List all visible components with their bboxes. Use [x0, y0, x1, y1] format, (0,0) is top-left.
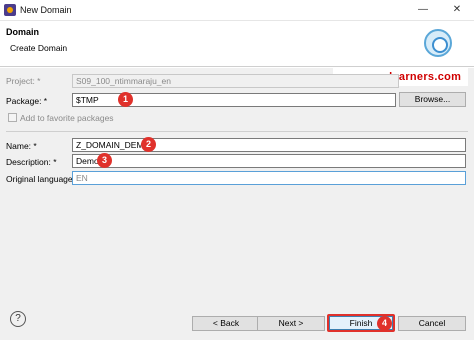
next-button[interactable]: Next >: [257, 316, 325, 331]
step-badge-4: 4: [377, 316, 392, 331]
wizard-title: Domain: [6, 27, 40, 37]
step-badge-2: 2: [141, 137, 156, 152]
cancel-button[interactable]: Cancel: [398, 316, 466, 331]
browse-button[interactable]: Browse...: [399, 92, 466, 107]
description-input[interactable]: Demo: [72, 154, 466, 168]
favorites-label: Add to favorite packages: [20, 113, 114, 123]
minimize-button[interactable]: —: [406, 0, 440, 20]
original-language-input[interactable]: EN: [72, 171, 466, 185]
help-icon[interactable]: ?: [10, 311, 26, 327]
favorites-checkbox[interactable]: [8, 113, 17, 122]
original-language-label: Original language:: [6, 174, 75, 184]
back-button[interactable]: < Back: [192, 316, 260, 331]
separator: [6, 131, 468, 132]
step-badge-3: 3: [97, 153, 112, 168]
window-title: New Domain: [20, 5, 72, 15]
step-badge-1: 1: [118, 92, 133, 107]
project-field: S09_100_ntimmaraju_en: [72, 74, 399, 88]
name-label: Name: *: [6, 141, 37, 151]
title-bar: New Domain — ✕: [0, 0, 474, 21]
package-label: Package: *: [6, 96, 48, 106]
project-label: Project: *: [6, 76, 41, 86]
wizard-subtitle: Create Domain: [10, 43, 68, 53]
name-input[interactable]: Z_DOMAIN_DEMO: [72, 138, 466, 152]
wizard-header: Domain Create Domain: [0, 21, 474, 67]
eclipse-app-icon: [4, 4, 16, 16]
wizard-domain-icon: [424, 29, 452, 57]
close-button[interactable]: ✕: [440, 0, 474, 20]
description-label: Description: *: [6, 157, 57, 167]
